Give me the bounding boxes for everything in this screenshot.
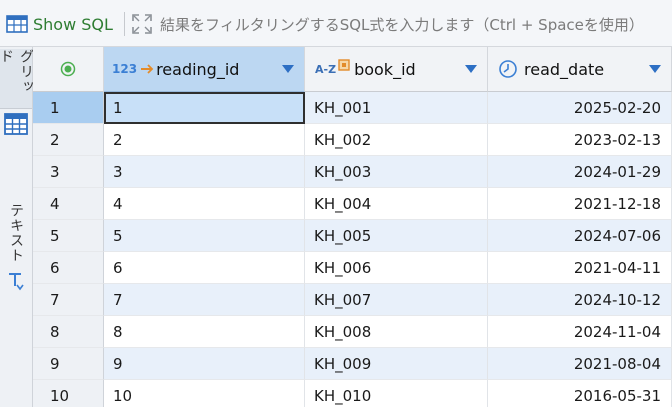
key-icon [141, 64, 154, 74]
cell-reading-id[interactable]: 10 [104, 380, 305, 407]
cell-book-id[interactable]: KH_007 [305, 284, 488, 316]
column-label-read-date: read_date [524, 59, 605, 79]
table-row[interactable]: 4 4 KH_004 2021-12-18 [33, 188, 672, 220]
cell-book-id[interactable]: KH_006 [305, 252, 488, 284]
cell-reading-id[interactable]: 3 [104, 156, 305, 188]
toolbar-divider [124, 12, 125, 36]
select-all-header[interactable] [33, 47, 104, 92]
chevron-down-icon[interactable] [282, 65, 294, 73]
column-label-reading-id: reading_id [156, 59, 240, 79]
expand-icon[interactable] [131, 13, 153, 35]
row-number[interactable]: 4 [33, 188, 104, 220]
show-sql-label: Show SQL [33, 14, 113, 34]
table-row[interactable]: 3 3 KH_003 2024-01-29 [33, 156, 672, 188]
chevron-down-icon[interactable] [649, 65, 661, 73]
cell-book-id[interactable]: KH_002 [305, 124, 488, 156]
column-header-book-id[interactable]: A-Z book_id [305, 47, 488, 92]
row-number[interactable]: 5 [33, 220, 104, 252]
table-row[interactable]: 5 5 KH_005 2024-07-06 [33, 220, 672, 252]
cell-reading-id[interactable]: 4 [104, 188, 305, 220]
cell-book-id[interactable]: KH_010 [305, 380, 488, 407]
row-number[interactable]: 1 [33, 92, 104, 124]
cell-book-id[interactable]: KH_009 [305, 348, 488, 380]
cell-read-date[interactable]: 2024-07-06 [488, 220, 672, 252]
select-all-icon[interactable] [60, 61, 76, 77]
tab-text[interactable]: テキスト [0, 197, 32, 269]
clock-icon [499, 60, 517, 78]
cell-read-date[interactable]: 2024-10-12 [488, 284, 672, 316]
key-icon [338, 59, 350, 71]
grid-icon[interactable] [3, 111, 29, 137]
table-row[interactable]: 8 8 KH_008 2024-11-04 [33, 316, 672, 348]
cell-reading-id[interactable]: 7 [104, 284, 305, 316]
cell-reading-id[interactable]: 9 [104, 348, 305, 380]
cell-book-id[interactable]: KH_008 [305, 316, 488, 348]
table-sql-icon [6, 15, 28, 33]
tab-grid[interactable]: グリッド [0, 49, 34, 109]
cell-book-id[interactable]: KH_004 [305, 188, 488, 220]
tab-text-label: テキスト [8, 203, 24, 263]
cell-reading-id[interactable]: 5 [104, 220, 305, 252]
row-number[interactable]: 8 [33, 316, 104, 348]
cell-reading-id[interactable]: 2 [104, 124, 305, 156]
row-number[interactable]: 2 [33, 124, 104, 156]
cell-book-id[interactable]: KH_005 [305, 220, 488, 252]
cell-reading-id[interactable]: 8 [104, 316, 305, 348]
cell-read-date[interactable]: 2023-02-13 [488, 124, 672, 156]
cell-reading-id[interactable]: 6 [104, 252, 305, 284]
table-row[interactable]: 1 1 KH_001 2025-02-20 [33, 92, 672, 124]
text-type-badge: A-Z [315, 62, 337, 76]
row-number[interactable]: 7 [33, 284, 104, 316]
cell-read-date[interactable]: 2021-08-04 [488, 348, 672, 380]
cell-read-date[interactable]: 2016-05-31 [488, 380, 672, 407]
cell-read-date[interactable]: 2025-02-20 [488, 92, 672, 124]
results-toolbar: Show SQL [0, 0, 672, 47]
numeric-type-badge: 123 [112, 62, 138, 76]
show-sql-button[interactable]: Show SQL [6, 12, 113, 36]
table-row[interactable]: 2 2 KH_002 2023-02-13 [33, 124, 672, 156]
results-grid: 123 reading_id A-Z book_id read_date 1 1… [33, 47, 672, 407]
row-number[interactable]: 6 [33, 252, 104, 284]
row-number[interactable]: 9 [33, 348, 104, 380]
table-row[interactable]: 7 7 KH_007 2024-10-12 [33, 284, 672, 316]
cell-read-date[interactable]: 2021-04-11 [488, 252, 672, 284]
cell-reading-id[interactable]: 1 [104, 92, 305, 124]
text-format-icon[interactable] [6, 271, 26, 293]
cell-read-date[interactable]: 2021-12-18 [488, 188, 672, 220]
cell-read-date[interactable]: 2024-01-29 [488, 156, 672, 188]
column-header-read-date[interactable]: read_date [488, 47, 672, 92]
column-header-reading-id[interactable]: 123 reading_id [104, 47, 305, 92]
row-number[interactable]: 10 [33, 380, 104, 407]
cell-book-id[interactable]: KH_003 [305, 156, 488, 188]
column-label-book-id: book_id [354, 59, 416, 79]
filter-input[interactable] [160, 11, 666, 38]
table-row[interactable]: 9 9 KH_009 2021-08-04 [33, 348, 672, 380]
view-mode-sidebar: グリッド テキスト [0, 47, 34, 407]
row-number[interactable]: 3 [33, 156, 104, 188]
table-row[interactable]: 6 6 KH_006 2021-04-11 [33, 252, 672, 284]
cell-read-date[interactable]: 2024-11-04 [488, 316, 672, 348]
cell-book-id[interactable]: KH_001 [305, 92, 488, 124]
table-row[interactable]: 10 10 KH_010 2016-05-31 [33, 380, 672, 407]
tab-grid-label: グリッド [0, 49, 34, 94]
chevron-down-icon[interactable] [465, 65, 477, 73]
